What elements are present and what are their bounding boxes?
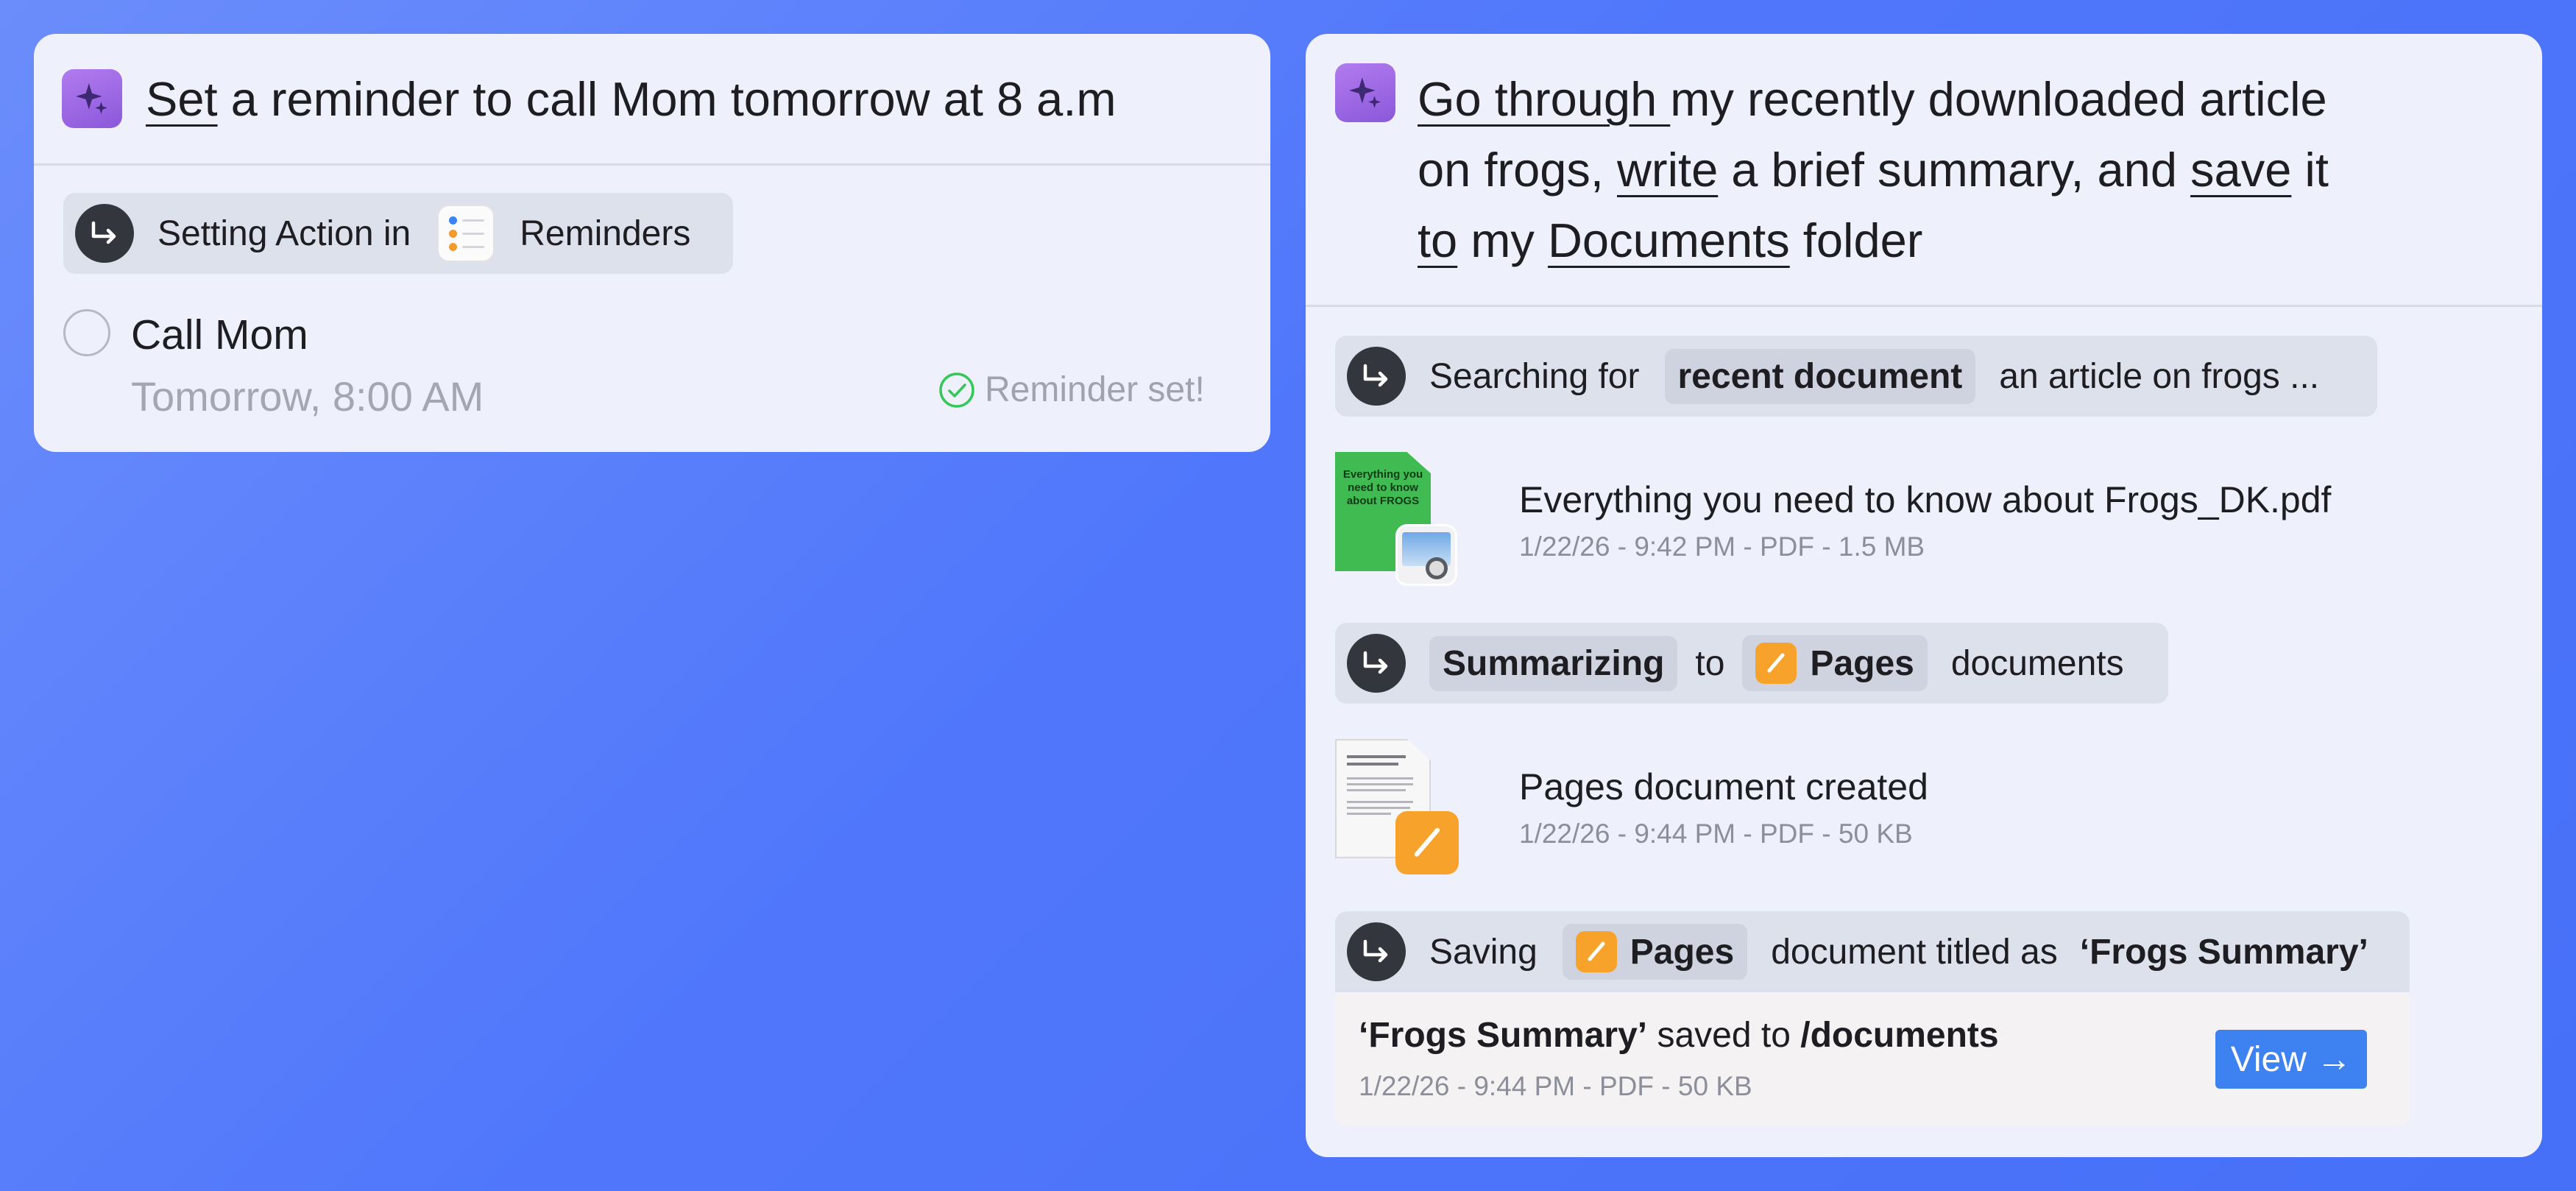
result-meta: 1/22/26 - 9:44 PM - PDF - 50 KB <box>1359 1071 1752 1101</box>
pages-icon <box>1395 811 1459 874</box>
save-step-bar: Saving Pages document titled as ‘Frogs S… <box>1335 911 2410 992</box>
step-prefix: Searching for <box>1429 356 1640 396</box>
prompt-keyword-save: save <box>2190 143 2292 197</box>
view-button[interactable]: View → <box>2215 1030 2367 1089</box>
save-result-panel: ‘Frogs Summary’ saved to /documents 1/22… <box>1335 993 2410 1125</box>
file-meta: 1/22/26 - 9:42 PM - PDF - 1.5 MB <box>1519 531 1925 562</box>
summarizing-chip: Summarizing <box>1429 635 1678 691</box>
return-arrow-icon <box>75 204 134 263</box>
search-step-bar: Searching for recent document an article… <box>1335 336 2377 417</box>
prompt-keyword-set: Set <box>146 72 218 126</box>
preview-app-icon <box>1395 524 1457 586</box>
file-name: Everything you need to know about Frogs_… <box>1519 479 2332 520</box>
pages-icon <box>1755 643 1797 684</box>
step-connector: document titled as <box>1771 932 2058 972</box>
reminders-app-name: Reminders <box>520 213 691 253</box>
header-divider <box>1306 305 2542 307</box>
frogs-pdf-file-row[interactable]: Everything you need to know about FROGS … <box>1335 452 2377 599</box>
return-arrow-icon <box>1347 347 1406 406</box>
check-circle-icon <box>938 371 976 409</box>
prompt-keyword-write: write <box>1616 143 1719 197</box>
prompt-keyword-documents: Documents <box>1547 213 1790 267</box>
reminders-icon <box>437 205 495 262</box>
reminder-due-date: Tomorrow, 8:00 AM <box>131 373 484 420</box>
sparkle-icon <box>1335 63 1395 122</box>
result-summary: ‘Frogs Summary’ saved to /documents <box>1359 1016 1999 1055</box>
file-meta: 1/22/26 - 9:44 PM - PDF - 50 KB <box>1519 819 1913 849</box>
prompt-text: Set a reminder to call Mom tomorrow at 8… <box>146 72 1117 126</box>
reminder-task-card: Set a reminder to call Mom tomorrow at 8… <box>34 34 1270 452</box>
file-name: Pages document created <box>1519 766 1928 807</box>
step-prefix: Setting Action in <box>158 213 411 253</box>
action-step-bar: Setting Action in Reminders <box>63 193 733 274</box>
pages-app-chip: Pages <box>1562 924 1748 980</box>
reminder-checkbox[interactable] <box>63 309 110 356</box>
document-title: ‘Frogs Summary’ <box>2079 932 2368 972</box>
return-arrow-icon <box>1347 634 1406 693</box>
pages-icon <box>1575 931 1617 972</box>
return-arrow-icon <box>1347 922 1406 981</box>
prompt-keyword-to: to <box>1418 213 1458 267</box>
reminder-status: Reminder set! <box>938 370 1205 410</box>
frog-article-task-card: Go through my recently downloaded articl… <box>1306 34 2542 1157</box>
prompt-text: Go through my recently downloaded articl… <box>1418 72 2329 267</box>
search-query-chip: recent document <box>1664 348 1976 404</box>
pages-app-chip: Pages <box>1742 635 1928 691</box>
search-description: an article on frogs ... <box>1999 356 2320 396</box>
pages-document-row[interactable]: Pages document created 1/22/26 - 9:44 PM… <box>1335 739 2377 886</box>
step-prefix: Saving <box>1429 932 1538 972</box>
prompt-keyword-go-through: Go through <box>1418 72 1671 126</box>
summarize-step-bar: Summarizing to Pages documents <box>1335 623 2168 704</box>
step-target: documents <box>1950 643 2124 683</box>
sparkle-icon <box>62 69 122 128</box>
reminder-title[interactable]: Call Mom <box>131 311 308 359</box>
step-connector: to <box>1695 643 1725 683</box>
header-divider <box>34 163 1270 166</box>
